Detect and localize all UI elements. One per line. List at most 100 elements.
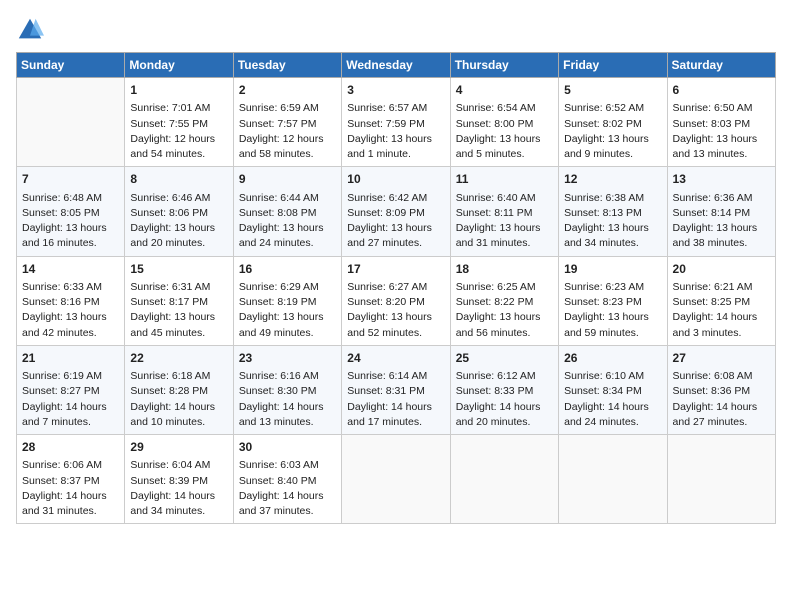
calendar-cell: 13Sunrise: 6:36 AMSunset: 8:14 PMDayligh… (667, 167, 775, 256)
calendar-cell: 22 Sunrise: 6:18 AM Sunset: 8:28 PM Dayligh… (125, 345, 233, 434)
sunset-text: Sunset: 8:30 PM (239, 385, 317, 397)
weekday-header-wednesday: Wednesday (342, 53, 450, 78)
sunrise-text: Sunrise: 6:08 AM (673, 370, 753, 382)
calendar-cell: 3Sunrise: 6:57 AMSunset: 7:59 PMDaylight… (342, 78, 450, 167)
sunrise-text: Sunrise: 6:04 AM (130, 459, 210, 471)
sunset-text: Sunset: 8:37 PM (22, 475, 100, 487)
day-number: 17 (347, 261, 444, 278)
day-number: 22 (130, 350, 227, 367)
daylight-text: Daylight: 13 hours and 1 minute. (347, 133, 432, 160)
sunrise-text: Sunrise: 6:52 AM (564, 102, 644, 114)
daylight-text: Daylight: 13 hours and 5 minutes. (456, 133, 541, 160)
sunset-text: Sunset: 8:25 PM (673, 296, 751, 308)
sunrise-text: Sunrise: 6:23 AM (564, 281, 644, 293)
daylight-text: Daylight: 14 hours and 27 minutes. (673, 401, 758, 428)
day-number: 15 (130, 261, 227, 278)
calendar-cell: 23Sunrise: 6:16 AMSunset: 8:30 PMDayligh… (233, 345, 341, 434)
calendar-table: SundayMondayTuesdayWednesdayThursdayFrid… (16, 52, 776, 524)
sunset-text: Sunset: 8:09 PM (347, 207, 425, 219)
calendar-cell: 5 Sunrise: 6:52 AM Sunset: 8:02 PM Daylight… (559, 78, 667, 167)
sunrise-text: Sunrise: 6:29 AM (239, 281, 319, 293)
calendar-cell: 28 Sunrise: 6:06 AM Sunset: 8:37 PM Dayligh… (17, 435, 125, 524)
calendar-week-row: 28 Sunrise: 6:06 AM Sunset: 8:37 PM Dayligh… (17, 435, 776, 524)
logo-icon (16, 16, 44, 44)
sunset-text: Sunset: 8:28 PM (130, 385, 208, 397)
sunset-text: Sunset: 8:11 PM (456, 207, 533, 219)
calendar-cell: 24Sunrise: 6:14 AMSunset: 8:31 PMDayligh… (342, 345, 450, 434)
sunrise-text: Sunrise: 6:57 AM (347, 102, 427, 114)
weekday-header-row: SundayMondayTuesdayWednesdayThursdayFrid… (17, 53, 776, 78)
sunset-text: Sunset: 8:03 PM (673, 118, 751, 130)
daylight-text: Daylight: 14 hours and 31 minutes. (22, 490, 107, 517)
day-number: 23 (239, 350, 336, 367)
daylight-text: Daylight: 14 hours and 34 minutes. (130, 490, 215, 517)
calendar-cell: 29Sunrise: 6:04 AMSunset: 8:39 PMDayligh… (125, 435, 233, 524)
calendar-week-row: 14Sunrise: 6:33 AMSunset: 8:16 PMDayligh… (17, 256, 776, 345)
calendar-cell (559, 435, 667, 524)
calendar-cell: 15Sunrise: 6:31 AMSunset: 8:17 PMDayligh… (125, 256, 233, 345)
day-number: 3 (347, 82, 444, 99)
sunset-text: Sunset: 8:08 PM (239, 207, 317, 219)
calendar-cell: 10Sunrise: 6:42 AMSunset: 8:09 PMDayligh… (342, 167, 450, 256)
day-number: 18 (456, 261, 553, 278)
daylight-text: Daylight: 13 hours and 16 minutes. (22, 222, 107, 249)
daylight-text: Daylight: 13 hours and 31 minutes. (456, 222, 541, 249)
daylight-text: Daylight: 13 hours and 49 minutes. (239, 311, 324, 338)
weekday-header-saturday: Saturday (667, 53, 775, 78)
sunset-text: Sunset: 8:13 PM (564, 207, 642, 219)
sunrise-text: Sunrise: 6:59 AM (239, 102, 319, 114)
day-number: 5 (564, 82, 661, 99)
sunrise-text: Sunrise: 6:44 AM (239, 192, 319, 204)
day-number: 28 (22, 439, 119, 456)
calendar-cell: 6Sunrise: 6:50 AMSunset: 8:03 PMDaylight… (667, 78, 775, 167)
calendar-cell: 17Sunrise: 6:27 AMSunset: 8:20 PMDayligh… (342, 256, 450, 345)
weekday-header-friday: Friday (559, 53, 667, 78)
daylight-text: Daylight: 13 hours and 20 minutes. (130, 222, 215, 249)
sunset-text: Sunset: 8:02 PM (564, 118, 642, 130)
sunrise-text: Sunrise: 6:19 AM (22, 370, 102, 382)
sunrise-text: Sunrise: 6:42 AM (347, 192, 427, 204)
calendar-cell: 18Sunrise: 6:25 AMSunset: 8:22 PMDayligh… (450, 256, 558, 345)
calendar-cell (450, 435, 558, 524)
sunrise-text: Sunrise: 6:54 AM (456, 102, 536, 114)
calendar-cell: 8Sunrise: 6:46 AMSunset: 8:06 PMDaylight… (125, 167, 233, 256)
sunset-text: Sunset: 8:27 PM (22, 385, 100, 397)
day-number: 12 (564, 171, 661, 188)
sunrise-text: Sunrise: 6:40 AM (456, 192, 536, 204)
sunrise-text: Sunrise: 6:18 AM (130, 370, 210, 382)
sunset-text: Sunset: 8:39 PM (130, 475, 208, 487)
sunset-text: Sunset: 8:00 PM (456, 118, 534, 130)
daylight-text: Daylight: 14 hours and 10 minutes. (130, 401, 215, 428)
calendar-cell: 11Sunrise: 6:40 AMSunset: 8:11 PMDayligh… (450, 167, 558, 256)
calendar-cell: 20Sunrise: 6:21 AMSunset: 8:25 PMDayligh… (667, 256, 775, 345)
daylight-text: Daylight: 13 hours and 42 minutes. (22, 311, 107, 338)
sunrise-text: Sunrise: 6:12 AM (456, 370, 536, 382)
day-number: 16 (239, 261, 336, 278)
sunset-text: Sunset: 8:05 PM (22, 207, 100, 219)
sunset-text: Sunset: 7:55 PM (130, 118, 208, 130)
daylight-text: Daylight: 13 hours and 9 minutes. (564, 133, 649, 160)
daylight-text: Daylight: 13 hours and 24 minutes. (239, 222, 324, 249)
calendar-cell: 2Sunrise: 6:59 AMSunset: 7:57 PMDaylight… (233, 78, 341, 167)
sunset-text: Sunset: 8:36 PM (673, 385, 751, 397)
daylight-text: Daylight: 14 hours and 20 minutes. (456, 401, 541, 428)
daylight-text: Daylight: 13 hours and 34 minutes. (564, 222, 649, 249)
day-number: 27 (673, 350, 770, 367)
sunrise-text: Sunrise: 7:01 AM (130, 102, 210, 114)
daylight-text: Daylight: 13 hours and 45 minutes. (130, 311, 215, 338)
calendar-cell: 27 Sunrise: 6:08 AM Sunset: 8:36 PM Dayligh… (667, 345, 775, 434)
sunset-text: Sunset: 8:14 PM (673, 207, 751, 219)
sunrise-text: Sunrise: 6:06 AM (22, 459, 102, 471)
day-number: 4 (456, 82, 553, 99)
calendar-cell: 21Sunrise: 6:19 AMSunset: 8:27 PMDayligh… (17, 345, 125, 434)
sunrise-text: Sunrise: 6:33 AM (22, 281, 102, 293)
weekday-header-sunday: Sunday (17, 53, 125, 78)
calendar-cell: 1Sunrise: 7:01 AMSunset: 7:55 PMDaylight… (125, 78, 233, 167)
sunset-text: Sunset: 7:57 PM (239, 118, 317, 130)
daylight-text: Daylight: 12 hours and 58 minutes. (239, 133, 324, 160)
daylight-text: Daylight: 14 hours and 3 minutes. (673, 311, 758, 338)
sunset-text: Sunset: 8:34 PM (564, 385, 642, 397)
calendar-week-row: 1Sunrise: 7:01 AMSunset: 7:55 PMDaylight… (17, 78, 776, 167)
calendar-cell: 25Sunrise: 6:12 AMSunset: 8:33 PMDayligh… (450, 345, 558, 434)
day-number: 24 (347, 350, 444, 367)
